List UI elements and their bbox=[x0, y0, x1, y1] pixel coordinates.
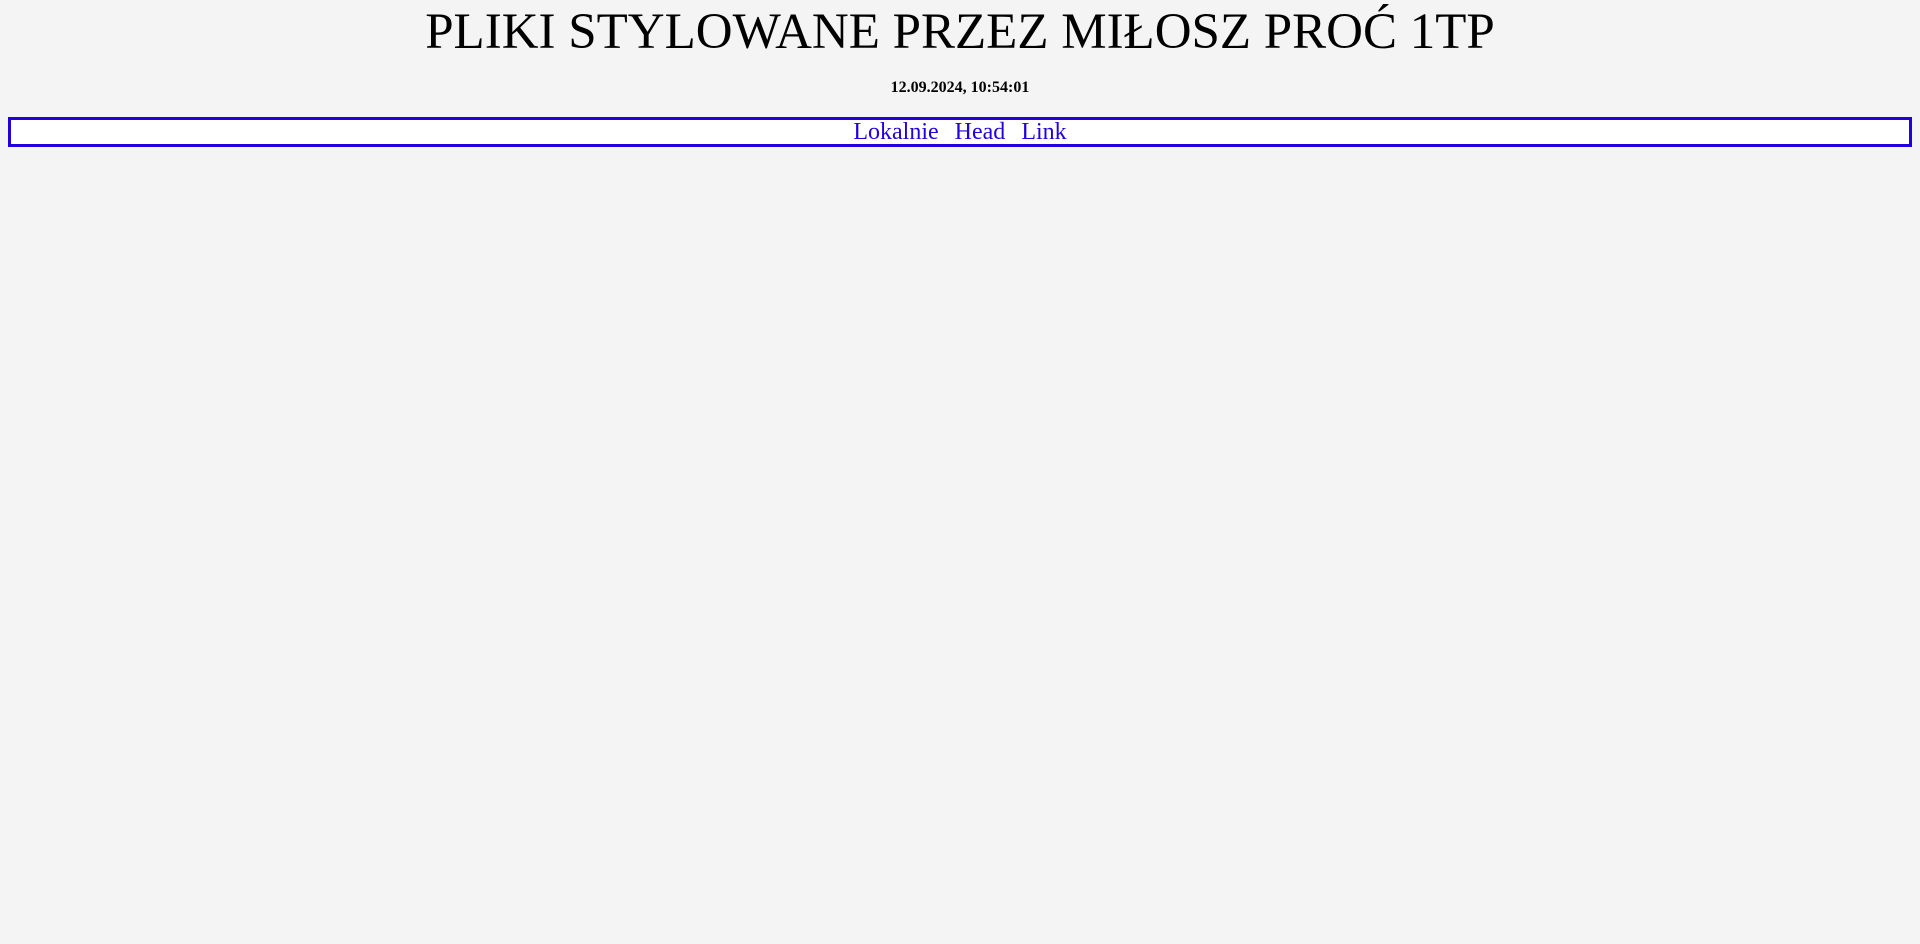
navigation-bar: Lokalnie Head Link bbox=[8, 117, 1912, 147]
nav-link-head[interactable]: Head bbox=[955, 119, 1006, 145]
timestamp: 12.09.2024, 10:54:01 bbox=[890, 79, 1030, 96]
nav-link-lokalnie[interactable]: Lokalnie bbox=[853, 119, 938, 145]
page-title: PLIKI STYLOWANE PRZEZ MIŁOSZ PROĆ 1TP bbox=[425, 4, 1495, 60]
nav-link-link[interactable]: Link bbox=[1021, 119, 1066, 145]
